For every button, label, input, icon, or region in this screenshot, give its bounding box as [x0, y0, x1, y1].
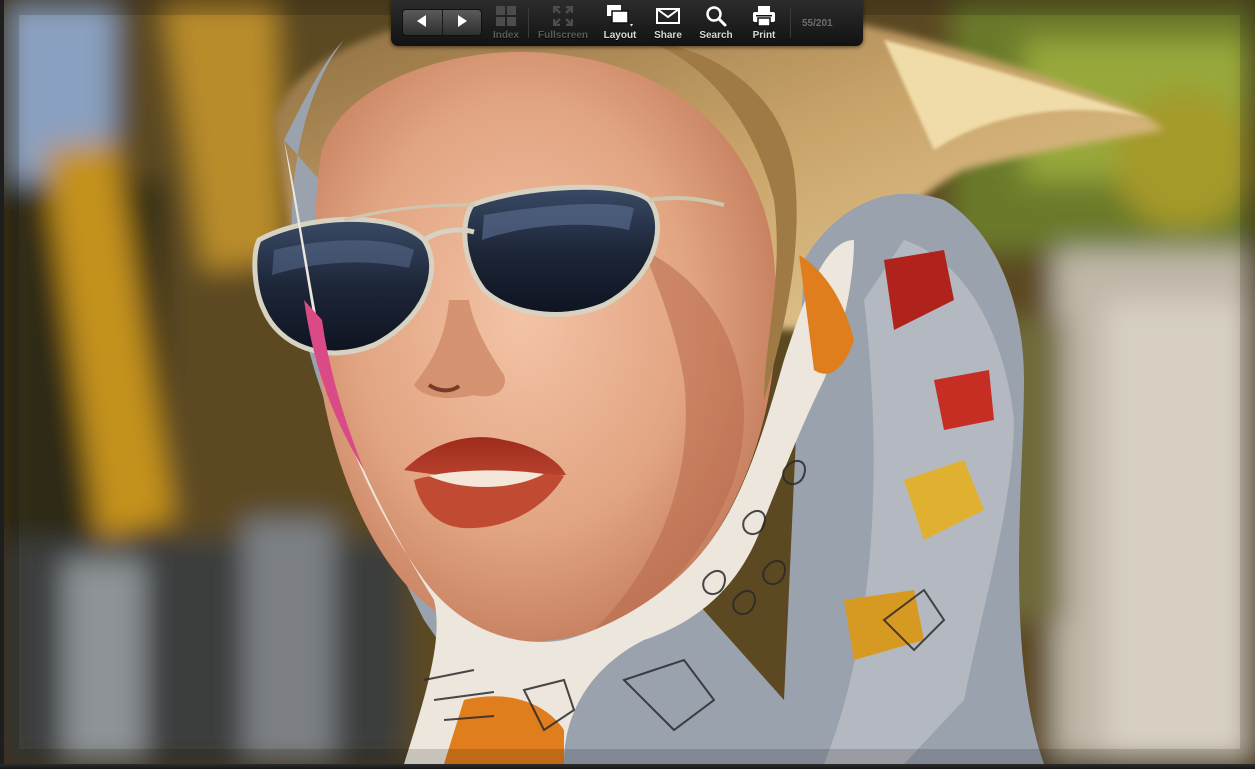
- index-button[interactable]: Index: [491, 5, 521, 43]
- fullscreen-button[interactable]: Fullscreen: [535, 5, 591, 43]
- search-label: Search: [699, 30, 733, 41]
- print-button[interactable]: Print: [748, 5, 780, 43]
- expand-icon: [553, 5, 573, 27]
- next-button[interactable]: [441, 10, 482, 35]
- layout-icon: [607, 5, 633, 27]
- layout-label: Layout: [603, 30, 637, 41]
- search-icon: [705, 5, 727, 27]
- print-label: Print: [752, 30, 776, 41]
- nav-button-group: [402, 9, 482, 36]
- triangle-right-icon: [457, 14, 467, 32]
- envelope-icon: [656, 5, 680, 27]
- triangle-left-icon: [417, 14, 427, 32]
- toolbar-separator: [790, 8, 791, 38]
- grid-icon: [496, 5, 516, 27]
- share-button[interactable]: Share: [651, 5, 685, 43]
- share-label: Share: [654, 30, 682, 41]
- index-label: Index: [492, 30, 520, 41]
- page-counter: 55/201: [802, 18, 833, 29]
- search-button[interactable]: Search: [696, 5, 736, 43]
- photo-viewer[interactable]: [4, 0, 1255, 764]
- printer-icon: [752, 5, 776, 27]
- window-bottom-edge: [0, 764, 1255, 769]
- viewer-toolbar: Index Fullscreen Layout Share Search Pri…: [391, 0, 863, 46]
- toolbar-separator: [528, 8, 529, 38]
- portrait-photo: [4, 0, 1255, 764]
- layout-button[interactable]: Layout: [601, 5, 639, 43]
- fullscreen-label: Fullscreen: [537, 30, 589, 41]
- previous-button[interactable]: [403, 10, 442, 35]
